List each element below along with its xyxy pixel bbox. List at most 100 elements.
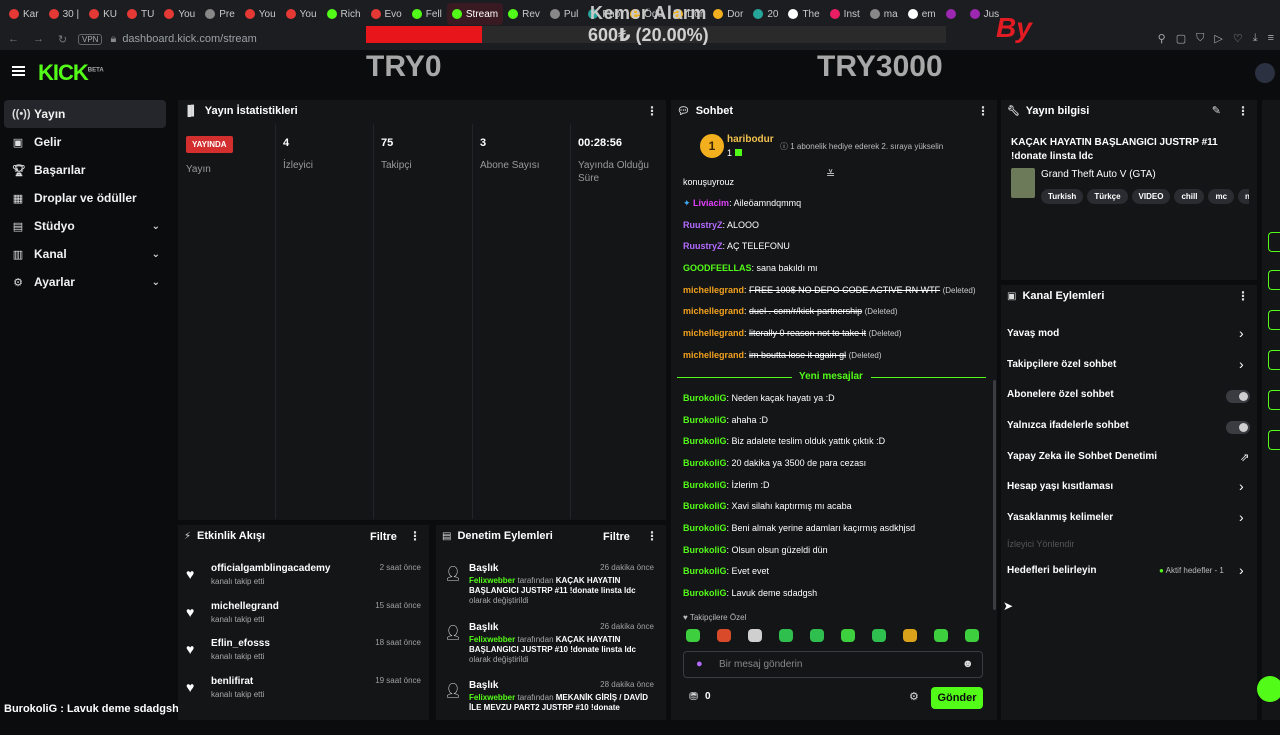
chat-message[interactable]: BurokoliG: ahaha :D bbox=[683, 415, 768, 425]
channel-action-item[interactable]: Takipçilere özel sohbet bbox=[1007, 359, 1116, 370]
chat-input[interactable]: ● Bir mesaj gönderin ☻ bbox=[683, 651, 983, 678]
browser-tab[interactable]: KU bbox=[84, 3, 122, 25]
channel-action-item[interactable]: Yalnızca ifadelerle sohbet bbox=[1007, 420, 1129, 431]
browser-tab[interactable]: Pre bbox=[200, 3, 240, 25]
sidebar-item-1[interactable]: ▣ Gelir bbox=[0, 128, 170, 156]
follower-name[interactable]: michellegrand bbox=[211, 601, 279, 612]
toggle-switch[interactable] bbox=[1226, 421, 1250, 434]
chevron-down-icon[interactable]: ⌄ bbox=[152, 221, 160, 232]
browser-tab[interactable]: The bbox=[783, 3, 824, 25]
tag-chip[interactable]: mc bbox=[1208, 189, 1235, 204]
chat-message[interactable]: RuustryZ: ALOOO bbox=[683, 220, 759, 230]
chevron-down-icon[interactable]: ⌄ bbox=[152, 249, 160, 260]
emoji-icon[interactable]: ☻ bbox=[962, 658, 974, 670]
shield-icon[interactable]: ⛉ bbox=[1196, 32, 1204, 45]
chat-username[interactable]: BurokoliG bbox=[683, 566, 727, 576]
follower-name[interactable]: benlifirat bbox=[211, 676, 253, 687]
vpn-badge[interactable]: VPN bbox=[78, 33, 103, 45]
chat-message[interactable]: michellegrand: duel . com/r/kick-partner… bbox=[683, 306, 898, 316]
moderator-name[interactable]: Felixwebber bbox=[469, 635, 515, 644]
chat-message[interactable]: BurokoliG: Neden kaçak hayatı ya :D bbox=[683, 393, 835, 403]
chat-launcher-button[interactable] bbox=[1257, 676, 1280, 702]
browser-tab[interactable]: 30 | bbox=[44, 3, 85, 25]
moderator-name[interactable]: Felixwebber bbox=[469, 693, 515, 702]
chat-username[interactable]: BurokoliG bbox=[683, 393, 727, 403]
sidebar-item-6[interactable]: ⚙ Ayarlar ⌄ bbox=[0, 268, 170, 296]
browser-tab[interactable]: Rich bbox=[322, 3, 366, 25]
browser-tab[interactable]: em bbox=[903, 3, 941, 25]
browser-tab[interactable]: Rev bbox=[503, 3, 545, 25]
emote-icon[interactable] bbox=[779, 629, 793, 642]
chat-settings-icon[interactable]: ⚙ bbox=[909, 690, 919, 703]
list-item[interactable]: ♥ officialgamblingacademy kanalı takip ett… bbox=[186, 563, 426, 593]
browser-tab[interactable]: ma bbox=[865, 3, 903, 25]
browser-tab[interactable]: Dor bbox=[708, 3, 748, 25]
chat-message[interactable]: BurokoliG: Xavi silahı kaptırmış mı acab… bbox=[683, 501, 852, 511]
chat-username[interactable]: BurokoliG bbox=[683, 501, 727, 511]
moderator-name[interactable]: Felixwebber bbox=[469, 576, 515, 585]
rail-item-icon[interactable] bbox=[1268, 390, 1280, 410]
chat-username[interactable]: RuustryZ bbox=[683, 241, 723, 251]
chat-message[interactable]: michellegrand: literally 0 reason not to… bbox=[683, 328, 902, 338]
chat-username[interactable]: BurokoliG bbox=[683, 415, 727, 425]
sidebar-item-5[interactable]: ▥ Kanal ⌄ bbox=[0, 240, 170, 268]
play-icon[interactable]: ▷ bbox=[1214, 32, 1222, 45]
channel-action-item[interactable]: Abonelere özel sohbet bbox=[1007, 389, 1114, 400]
emote-icon[interactable] bbox=[872, 629, 886, 642]
browser-tab[interactable]: Evo bbox=[366, 3, 407, 25]
microphone-icon[interactable]: ● bbox=[696, 658, 703, 670]
chevron-right-icon[interactable]: › bbox=[1239, 356, 1244, 372]
chat-message[interactable]: ✦ Liviacim: Aileöamndqmmq bbox=[683, 198, 801, 209]
chat-username[interactable]: michellegrand bbox=[683, 350, 744, 360]
emote-icon[interactable] bbox=[717, 629, 731, 642]
sidebar-item-4[interactable]: ▤ Stüdyo ⌄ bbox=[0, 212, 170, 240]
kick-logo[interactable]: KICKBETA bbox=[38, 60, 104, 86]
chat-message[interactable]: GOODFEELLAS: sana bakıldı mı bbox=[683, 263, 818, 273]
chat-username[interactable]: michellegrand bbox=[683, 306, 744, 316]
hamburger-menu-icon[interactable] bbox=[12, 66, 25, 76]
rail-item-icon[interactable] bbox=[1268, 350, 1280, 370]
chat-scrollbar[interactable] bbox=[993, 380, 996, 610]
points-icon[interactable]: ⛃ bbox=[689, 690, 698, 703]
emote-icon[interactable] bbox=[934, 629, 948, 642]
chat-message[interactable]: michellegrand: im boutta lose it again g… bbox=[683, 350, 882, 360]
chat-message[interactable]: konuşuyrouz bbox=[683, 177, 734, 187]
follower-name[interactable]: officialgamblingacademy bbox=[211, 563, 330, 574]
bookmark-icon[interactable]: ⚲ bbox=[1158, 32, 1166, 45]
browser-tab[interactable]: You bbox=[240, 3, 281, 25]
chat-message[interactable]: BurokoliG: Evet evet bbox=[683, 566, 769, 576]
download-icon[interactable]: ⤓ bbox=[1253, 32, 1258, 45]
chat-username[interactable]: BurokoliG bbox=[683, 588, 727, 598]
set-targets-item[interactable]: Hedefleri belirleyin bbox=[1007, 565, 1096, 576]
reload-icon[interactable]: ↻ bbox=[58, 33, 67, 46]
browser-tab[interactable]: Kar bbox=[4, 3, 44, 25]
chevron-right-icon[interactable]: › bbox=[1239, 509, 1244, 525]
more-options-icon[interactable]: ⋮ bbox=[646, 529, 658, 543]
sidebar-item-3[interactable]: ▦ Droplar ve ödüller bbox=[0, 184, 170, 212]
browser-tab[interactable]: You bbox=[159, 3, 200, 25]
browser-tab[interactable]: 20 bbox=[748, 3, 783, 25]
channel-action-item[interactable]: Hesap yaşı kısıtlaması bbox=[1007, 481, 1113, 492]
chat-message[interactable]: BurokoliG: Biz adalete teslim olduk yatt… bbox=[683, 436, 885, 446]
browser-tab[interactable]: You bbox=[281, 3, 322, 25]
channel-action-item[interactable]: Yasaklanmış kelimeler bbox=[1007, 512, 1113, 523]
chat-username[interactable]: BurokoliG bbox=[683, 523, 727, 533]
url-text[interactable]: dashboard.kick.com/stream bbox=[122, 33, 257, 45]
chat-message[interactable]: BurokoliG: Lavuk deme sdadgsh bbox=[683, 588, 817, 598]
more-options-icon[interactable]: ⋮ bbox=[1237, 289, 1249, 303]
list-item[interactable]: ♥ benlifirat kanalı takip etti 19 saat önce bbox=[186, 676, 426, 706]
browser-tab[interactable]: Fell bbox=[407, 3, 447, 25]
chat-message[interactable]: BurokoliG: Beni almak yerine adamları ka… bbox=[683, 523, 915, 533]
edit-icon[interactable]: ✎ bbox=[1212, 104, 1221, 117]
emote-icon[interactable] bbox=[810, 629, 824, 642]
chat-username[interactable]: michellegrand bbox=[683, 285, 744, 295]
browser-tab[interactable] bbox=[941, 3, 965, 25]
emote-icon[interactable] bbox=[903, 629, 917, 642]
more-options-icon[interactable]: ⋮ bbox=[646, 104, 658, 118]
rail-item-icon[interactable] bbox=[1268, 232, 1280, 252]
chat-username[interactable]: BurokoliG bbox=[683, 480, 727, 490]
collapse-pinned-icon[interactable]: ≚ bbox=[826, 168, 835, 181]
tag-chip[interactable]: chill bbox=[1174, 189, 1205, 204]
sidebar-item-0[interactable]: ((•)) Yayın bbox=[4, 100, 166, 128]
rail-item-icon[interactable] bbox=[1268, 430, 1280, 450]
